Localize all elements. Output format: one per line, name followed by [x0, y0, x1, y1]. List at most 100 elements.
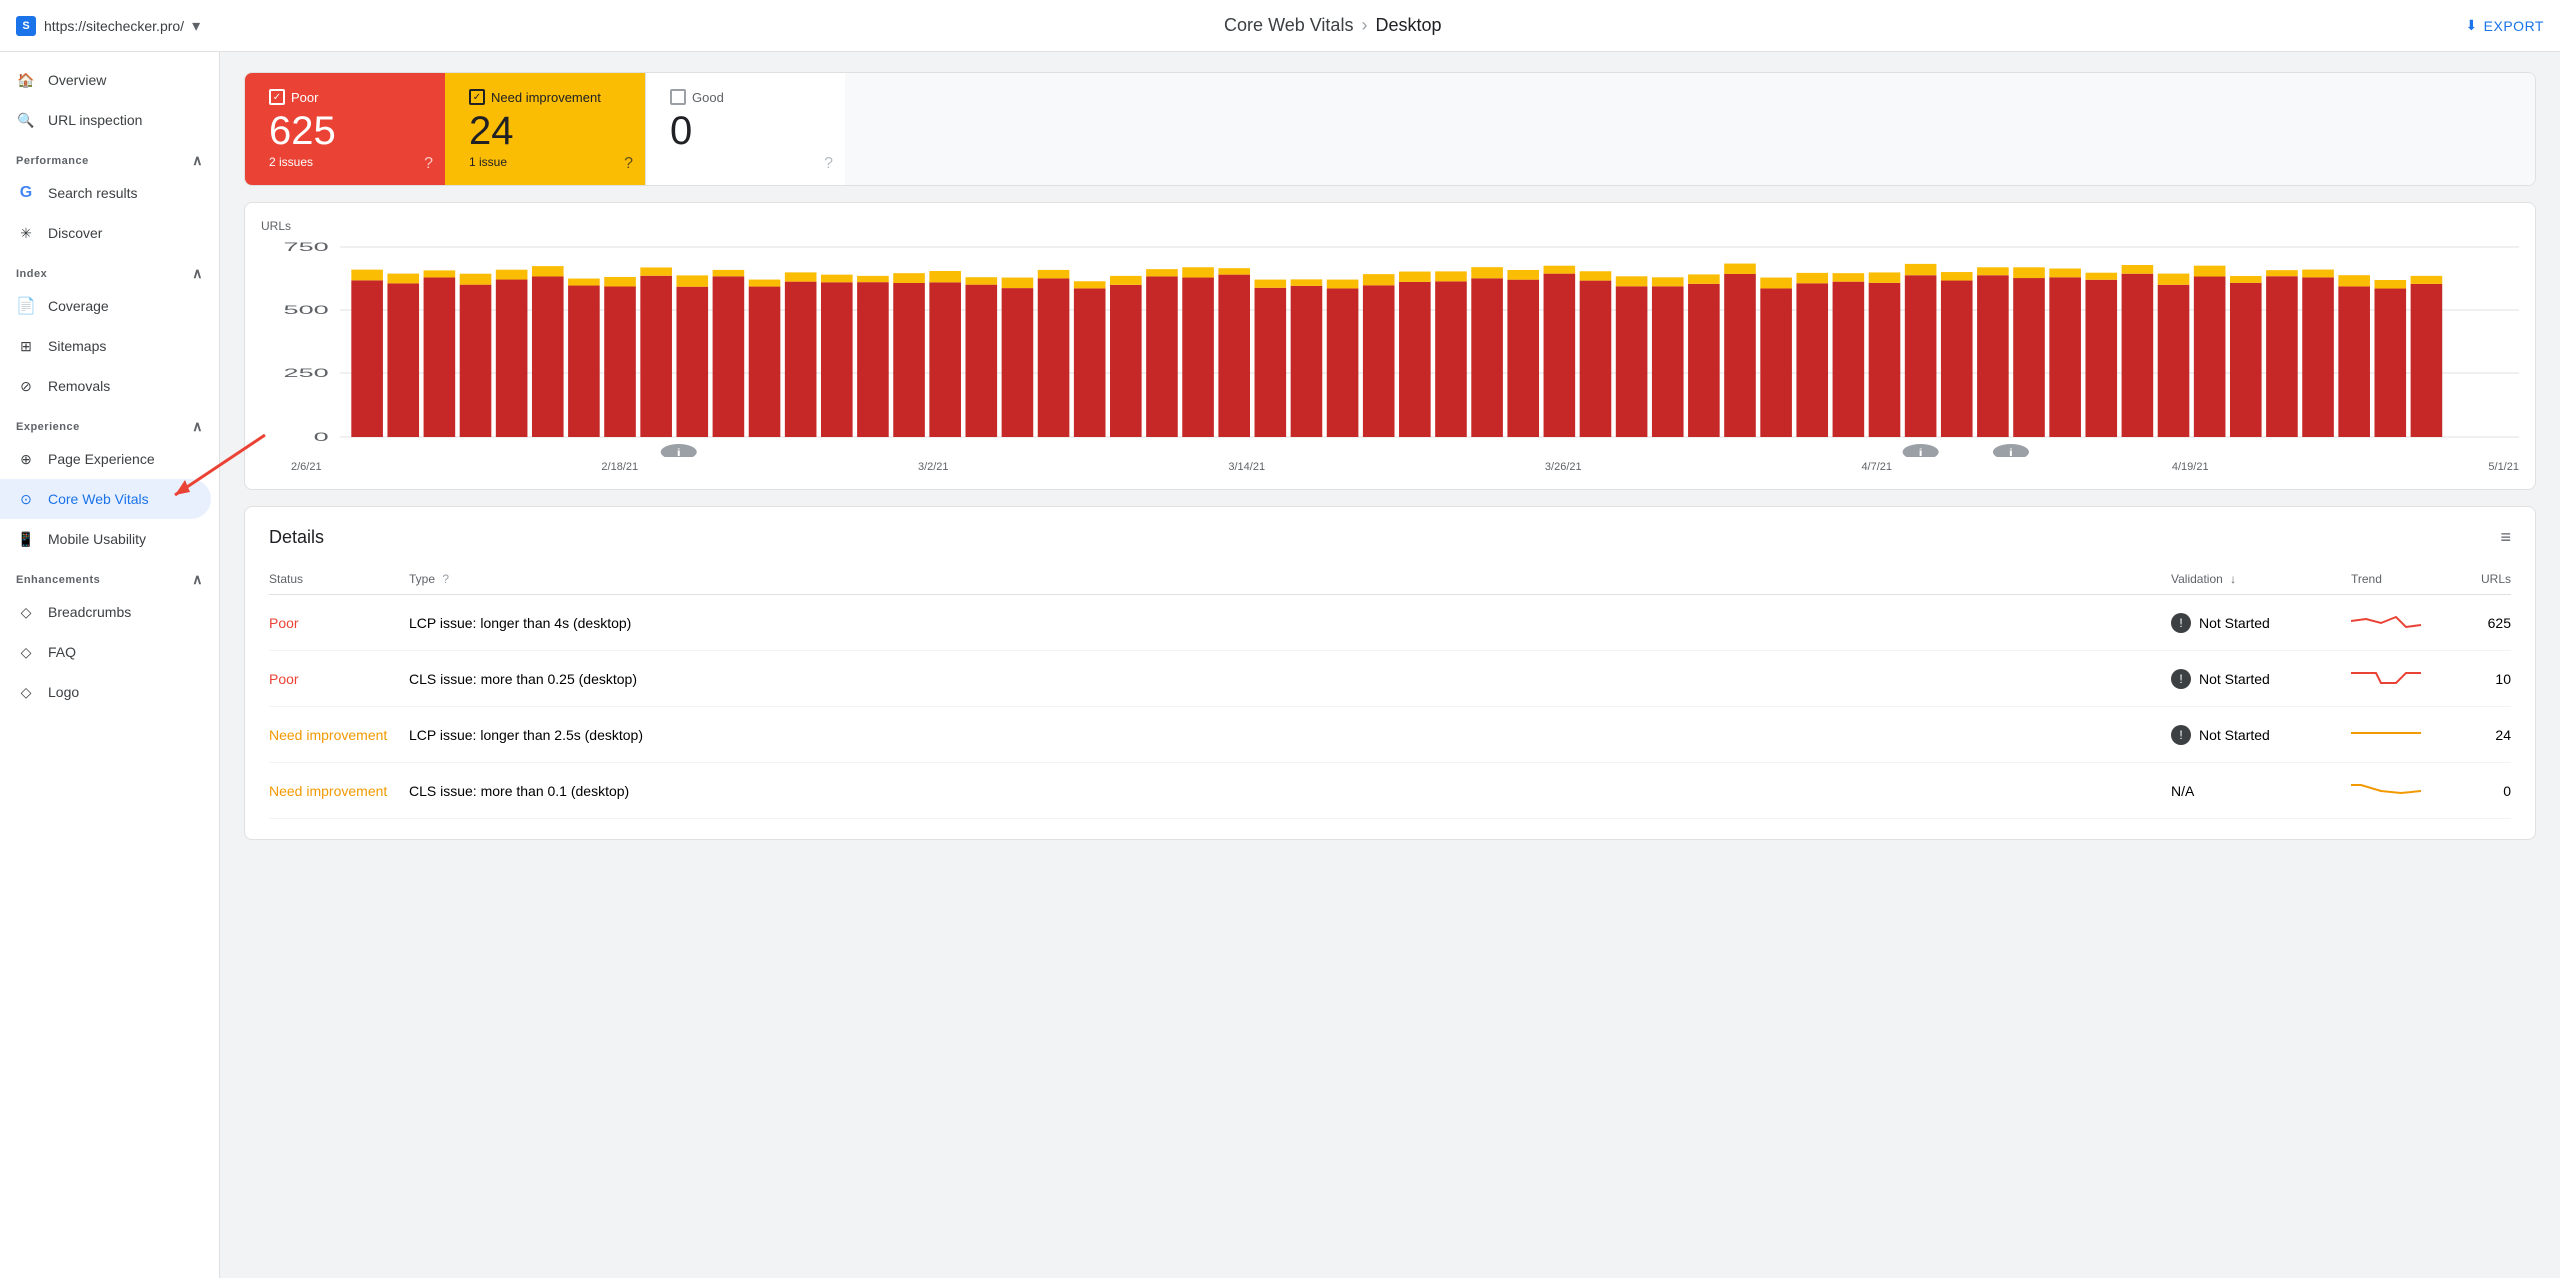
need-help-icon[interactable]: ?: [624, 155, 633, 173]
details-header: Details ≡: [269, 527, 2511, 548]
row-trend: [2351, 707, 2451, 763]
validation-icon: !: [2171, 613, 2191, 633]
sidebar-item-removals[interactable]: ⊘ Removals: [0, 366, 211, 406]
row-urls: 10: [2451, 651, 2511, 707]
need-count: 24: [469, 111, 621, 151]
table-row: Poor LCP issue: longer than 4s (desktop)…: [269, 595, 2511, 651]
export-button[interactable]: ⬇ EXPORT: [2465, 17, 2544, 34]
need-checkbox-icon: ✓: [469, 89, 485, 105]
status-card-poor[interactable]: ✓ Poor 625 2 issues ?: [245, 73, 445, 185]
svg-text:500: 500: [284, 304, 329, 317]
row-validation: ! Not Started: [2171, 707, 2351, 763]
status-card-good[interactable]: Good 0 ?: [645, 73, 845, 185]
svg-text:i: i: [2008, 447, 2013, 457]
site-favicon: S: [16, 16, 36, 36]
breadcrumb-current: Desktop: [1375, 15, 1441, 36]
row-type: LCP issue: longer than 2.5s (desktop): [409, 707, 2171, 763]
search-icon: 🔍: [16, 110, 36, 130]
good-count: 0: [670, 111, 821, 151]
type-help-icon[interactable]: ?: [442, 572, 449, 586]
status-card-spacer: [845, 73, 2535, 185]
col-header-status: Status: [269, 564, 409, 595]
breadcrumbs-icon: ◇: [16, 602, 36, 622]
row-status[interactable]: Poor: [269, 595, 409, 651]
chevron-up-icon-experience: ∧: [192, 418, 203, 435]
main-layout: 🏠 Overview 🔍 URL inspection Performance …: [0, 52, 2560, 1278]
row-status[interactable]: Need improvement: [269, 763, 409, 819]
row-urls: 24: [2451, 707, 2511, 763]
good-help-icon[interactable]: ?: [824, 155, 833, 173]
poor-checkbox-icon: ✓: [269, 89, 285, 105]
sidebar-item-page-experience[interactable]: ⊕ Page Experience: [0, 439, 211, 479]
sidebar-item-faq[interactable]: ◇ FAQ: [0, 632, 211, 672]
asterisk-icon: ✳: [16, 223, 36, 243]
row-status[interactable]: Need improvement: [269, 707, 409, 763]
chevron-up-icon-enhancements: ∧: [192, 571, 203, 588]
row-type: CLS issue: more than 0.25 (desktop): [409, 651, 2171, 707]
table-row: Need improvement LCP issue: longer than …: [269, 707, 2511, 763]
poor-help-icon[interactable]: ?: [424, 155, 433, 173]
svg-text:i: i: [1918, 447, 1923, 457]
chart-container: URLs 750 500 250 0: [244, 202, 2536, 490]
sidebar-item-overview[interactable]: 🏠 Overview: [0, 60, 211, 100]
site-url: https://sitechecker.pro/: [44, 18, 184, 34]
site-dropdown[interactable]: ▾: [192, 16, 200, 36]
sitemap-icon: ⊞: [16, 336, 36, 356]
chart-area: 750 500 250 0 i i i: [261, 237, 2519, 457]
row-validation: ! Not Started: [2171, 595, 2351, 651]
row-status[interactable]: Poor: [269, 651, 409, 707]
svg-text:250: 250: [284, 367, 329, 380]
details-section: Details ≡ Status Type ? Validation: [244, 506, 2536, 840]
breadcrumb-separator: ›: [1361, 15, 1367, 36]
logo-icon: ◇: [16, 682, 36, 702]
chart-svg: 750 500 250 0 i i i: [261, 237, 2519, 457]
details-title: Details: [269, 527, 324, 548]
cwv-icon: ⊙: [16, 489, 36, 509]
poor-issues: 2 issues: [269, 155, 421, 169]
row-urls: 0: [2451, 763, 2511, 819]
poor-count: 625: [269, 111, 421, 151]
row-type: LCP issue: longer than 4s (desktop): [409, 595, 2171, 651]
google-icon: G: [16, 183, 36, 203]
table-row: Poor CLS issue: more than 0.25 (desktop)…: [269, 651, 2511, 707]
col-header-validation: Validation ↓: [2171, 564, 2351, 595]
sidebar-section-experience[interactable]: Experience ∧: [0, 406, 219, 439]
row-trend: [2351, 651, 2451, 707]
breadcrumb: Core Web Vitals › Desktop: [1224, 15, 1441, 36]
main-content: ✓ Poor 625 2 issues ? ✓ Need improvement…: [220, 52, 2560, 1278]
validation-sort-icon[interactable]: ↓: [2230, 572, 2236, 586]
sidebar-item-mobile-usability[interactable]: 📱 Mobile Usability: [0, 519, 211, 559]
row-trend: [2351, 595, 2451, 651]
sidebar-section-enhancements[interactable]: Enhancements ∧: [0, 559, 219, 592]
validation-icon: !: [2171, 669, 2191, 689]
sidebar-section-performance[interactable]: Performance ∧: [0, 140, 219, 173]
sidebar-item-url-inspection[interactable]: 🔍 URL inspection: [0, 100, 211, 140]
sidebar-item-core-web-vitals[interactable]: ⊙ Core Web Vitals: [0, 479, 211, 519]
sidebar-section-index[interactable]: Index ∧: [0, 253, 219, 286]
good-checkbox-icon: [670, 89, 686, 105]
topbar: S https://sitechecker.pro/ ▾ Core Web Vi…: [0, 0, 2560, 52]
sidebar-item-sitemaps[interactable]: ⊞ Sitemaps: [0, 326, 211, 366]
sidebar-item-discover[interactable]: ✳ Discover: [0, 213, 211, 253]
details-table: Status Type ? Validation ↓ Trend: [269, 564, 2511, 819]
chevron-up-icon: ∧: [192, 152, 203, 169]
sidebar-item-search-results[interactable]: G Search results: [0, 173, 211, 213]
removals-icon: ⊘: [16, 376, 36, 396]
col-header-urls: URLs: [2451, 564, 2511, 595]
sidebar-item-coverage[interactable]: 📄 Coverage: [0, 286, 211, 326]
row-urls: 625: [2451, 595, 2511, 651]
sidebar-item-breadcrumbs[interactable]: ◇ Breadcrumbs: [0, 592, 211, 632]
details-table-header: Status Type ? Validation ↓ Trend: [269, 564, 2511, 595]
sidebar: 🏠 Overview 🔍 URL inspection Performance …: [0, 52, 220, 1278]
need-improvement-label: ✓ Need improvement: [469, 89, 621, 105]
breadcrumb-parent: Core Web Vitals: [1224, 15, 1353, 36]
row-type: CLS issue: more than 0.1 (desktop): [409, 763, 2171, 819]
sidebar-item-logo[interactable]: ◇ Logo: [0, 672, 211, 712]
col-header-trend: Trend: [2351, 564, 2451, 595]
svg-text:0: 0: [314, 431, 329, 444]
filter-icon[interactable]: ≡: [2500, 527, 2511, 548]
export-icon: ⬇: [2465, 17, 2477, 34]
home-icon: 🏠: [16, 70, 36, 90]
row-validation: N/A: [2171, 763, 2351, 819]
status-card-need-improvement[interactable]: ✓ Need improvement 24 1 issue ?: [445, 73, 645, 185]
